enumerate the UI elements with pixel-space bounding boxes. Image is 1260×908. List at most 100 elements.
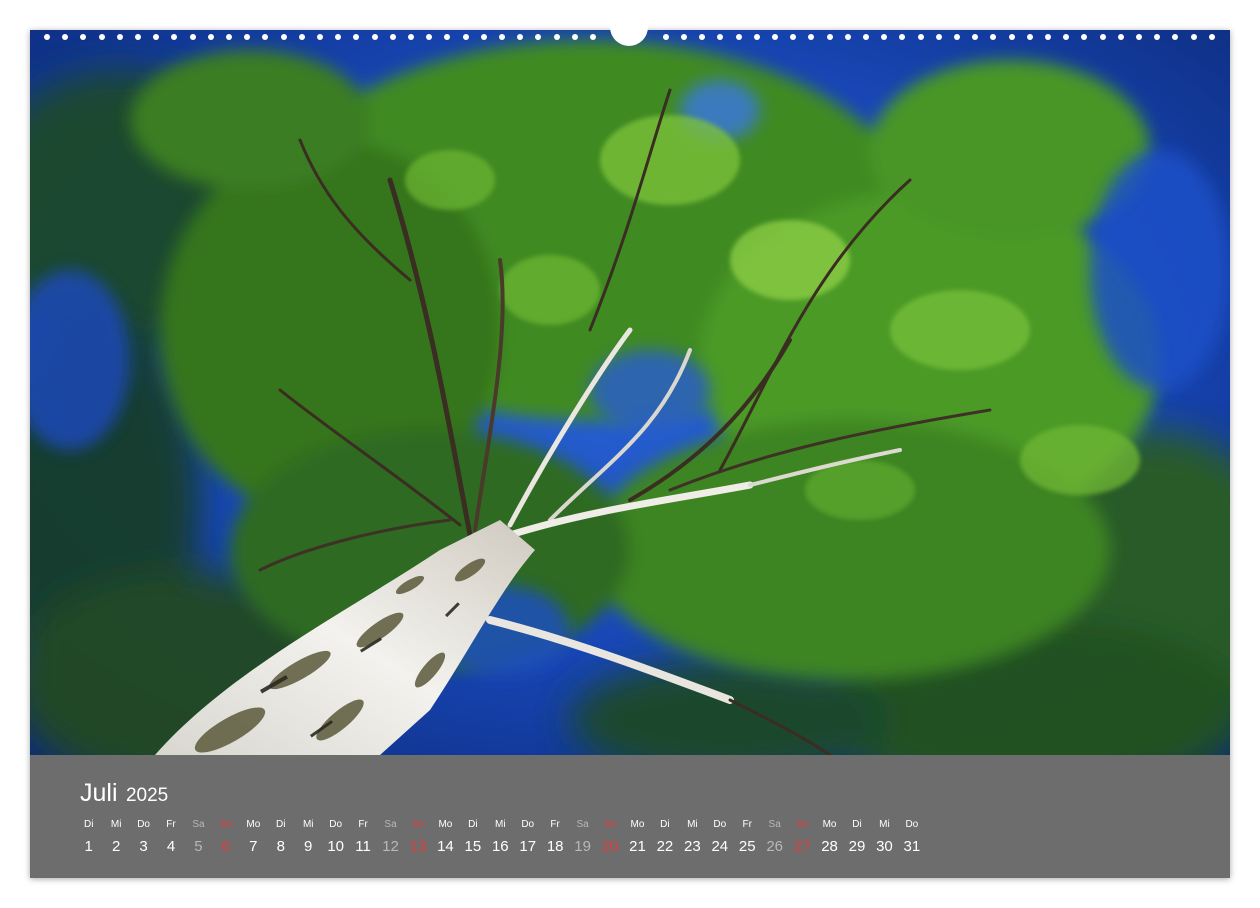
weekday-label: Mo: [822, 819, 837, 830]
binding-hole: [535, 34, 542, 40]
day-cell: Mi 16: [487, 818, 514, 855]
day-number: 20: [601, 838, 619, 855]
weekday-label: Mo: [630, 819, 645, 830]
birch-tree-photo: [30, 30, 1230, 755]
weekday-label: Fr: [166, 819, 176, 830]
weekday-label: Sa: [576, 819, 589, 830]
weekday-label: Sa: [384, 819, 397, 830]
binding-hole: [1190, 34, 1197, 40]
month-title: Juli 2025: [80, 779, 168, 808]
binding-hole: [681, 34, 687, 40]
binding-hole: [1136, 34, 1142, 40]
weekday-label: Sa: [768, 819, 781, 830]
day-number: 7: [249, 838, 258, 855]
binding-hole: [189, 34, 196, 40]
weekday-label: Do: [137, 819, 150, 830]
binding-hole: [990, 34, 997, 40]
binding-hole: [717, 34, 724, 40]
binding-hole: [662, 34, 669, 40]
binding-hole: [444, 34, 451, 40]
weekday-label: So: [795, 819, 809, 830]
weekday-label: Sa: [192, 819, 205, 830]
binding-hole: [1208, 34, 1215, 40]
day-number: 18: [546, 838, 564, 855]
calendar-bar: Juli 2025 Di 1 Mi 2 Do 3 Fr 4 Sa 5 So 6 Mo 7 Di 8 Mi 9 Do 1…: [30, 755, 1230, 878]
day-cell: Mo 7: [240, 818, 267, 855]
binding-hole: [826, 34, 833, 40]
day-cell: Mo 14: [432, 818, 459, 855]
day-number: 3: [139, 838, 148, 855]
binding-hole: [699, 34, 706, 40]
binding-hole: [153, 34, 160, 40]
weekday-label: Mi: [687, 819, 698, 830]
binding-hole: [280, 34, 287, 40]
binding-hole: [499, 34, 505, 40]
binding-hole: [371, 34, 378, 40]
weekday-label: So: [411, 819, 425, 830]
day-cell: Do 10: [322, 818, 349, 855]
day-number: 19: [574, 838, 591, 855]
day-cell: Do 31: [898, 818, 925, 855]
binding-hole: [62, 34, 69, 40]
binding-hole: [80, 34, 87, 40]
binding-hole: [881, 34, 888, 40]
binding-hole: [753, 34, 760, 40]
day-cell: Mo 28: [816, 818, 843, 855]
binding-hole: [1172, 34, 1179, 40]
day-cell: So 13: [404, 818, 431, 855]
binding-hole: [571, 34, 578, 40]
day-cell: Sa 26: [761, 818, 788, 855]
day-number: 30: [876, 838, 893, 855]
binding-hole: [298, 34, 305, 40]
binding-hole: [772, 34, 778, 40]
day-number: 25: [738, 838, 756, 855]
day-cell: Sa 5: [185, 818, 212, 855]
binding-hole: [262, 34, 269, 40]
binding-hole: [116, 34, 123, 40]
weekday-label: Mo: [246, 819, 261, 830]
day-cell: Mo 21: [624, 818, 651, 855]
binding-hole: [735, 34, 742, 40]
day-number: 1: [84, 838, 93, 855]
binding-hole: [98, 34, 105, 40]
day-number: 17: [519, 838, 537, 855]
weekday-label: So: [603, 819, 617, 830]
binding-hole: [517, 34, 524, 40]
binding-hole: [863, 34, 869, 40]
calendar-page: Juli 2025 Di 1 Mi 2 Do 3 Fr 4 Sa 5 So 6 Mo 7 Di 8 Mi 9 Do 1…: [30, 16, 1230, 878]
weekday-label: Fr: [358, 819, 368, 830]
day-cell: Fr 4: [157, 818, 184, 855]
day-cell: Di 8: [267, 818, 294, 855]
binding-hole: [408, 34, 414, 40]
weekday-label: Mi: [110, 819, 122, 830]
binding-hole: [1099, 34, 1106, 40]
weekday-label: Di: [468, 819, 478, 830]
weekday-label: Di: [660, 819, 670, 830]
day-number: 29: [848, 838, 866, 855]
day-number: 21: [629, 838, 646, 855]
weekday-label: Do: [329, 819, 343, 830]
weekday-label: Do: [905, 819, 919, 830]
binding-hole: [553, 34, 560, 40]
day-cell: Di 22: [651, 818, 678, 855]
day-number: 14: [437, 838, 454, 855]
day-number: 22: [656, 838, 674, 855]
day-cell: Fr 25: [734, 818, 761, 855]
day-number: 31: [903, 838, 921, 855]
binding-hole: [389, 34, 396, 40]
day-number: 11: [355, 838, 371, 855]
day-number: 27: [793, 838, 811, 855]
day-number: 26: [766, 838, 783, 855]
day-number: 2: [111, 838, 121, 855]
binding-hole: [317, 34, 323, 40]
day-cell: Fr 18: [541, 818, 568, 855]
day-number: 4: [166, 838, 176, 855]
binding-hole: [135, 34, 141, 40]
binding-hole: [207, 34, 214, 40]
day-cell: Do 24: [706, 818, 733, 855]
binding-hole: [1081, 34, 1088, 40]
weekday-label: Di: [852, 819, 862, 830]
day-number: 15: [464, 838, 482, 855]
binding-hole: [1117, 34, 1124, 40]
weekday-label: Mo: [438, 819, 453, 830]
